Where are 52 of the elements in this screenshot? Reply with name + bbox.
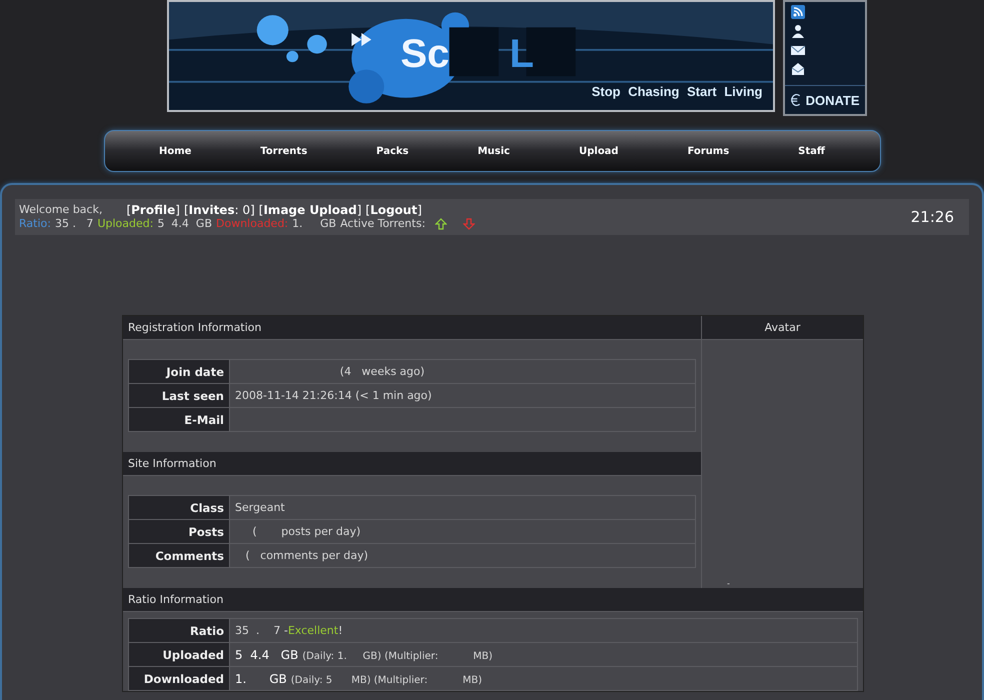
field-value: 35 . 7 -Excellent!	[230, 618, 858, 642]
stat-label: Uploaded:	[97, 217, 154, 231]
nav-link[interactable]: Upload	[578, 146, 618, 156]
avatar-text: -	[727, 579, 730, 588]
field-value: ( posts per day)	[230, 520, 696, 544]
nav-link[interactable]: Packs	[376, 146, 409, 156]
down-arrow-icon	[463, 218, 476, 230]
section-heading: Site Information	[123, 452, 701, 476]
field-value: 2008-11-14 21:26:14 (< 1 min ago)	[230, 384, 696, 408]
avatar-heading: Avatar	[702, 316, 863, 340]
field-label: E-Mail	[128, 408, 230, 432]
field-value: (4 weeks ago)	[230, 360, 696, 384]
stat-value: 35 . 7	[54, 217, 94, 231]
field-value: 5 4.4 GB (Daily: 1. GB) (Multiplier: MB)	[230, 642, 858, 666]
user-link[interactable]: [Logout]	[366, 203, 422, 217]
tagline: Stop Chasing Start Living	[592, 84, 762, 99]
user-link[interactable]: [Profile]	[126, 203, 180, 217]
nav-link[interactable]: Torrents	[260, 146, 308, 156]
user-link[interactable]: [Image Upload]	[258, 203, 362, 217]
rss-icon[interactable]	[790, 5, 804, 19]
stat-label: Active Torrents:	[340, 217, 426, 231]
field-value: Sergeant	[230, 496, 696, 520]
field-label: Last seen	[128, 384, 230, 408]
stat-label: Ratio:	[19, 217, 51, 231]
mail-icon[interactable]	[790, 43, 804, 57]
section-heading: Ratio Information	[123, 588, 863, 612]
field-label: Ratio	[128, 618, 230, 642]
nav-link[interactable]: Staff	[798, 146, 825, 156]
welcome-text: Welcome back,	[19, 203, 102, 217]
field-label: Downloaded	[128, 666, 230, 690]
field-label: Comments	[128, 544, 230, 568]
stat-label: Downloaded:	[216, 217, 288, 231]
stat-value: 5 4.4 GB	[157, 217, 212, 231]
nav-link[interactable]: Home	[158, 146, 192, 156]
logo-text: Sc	[400, 31, 450, 78]
nav-link[interactable]: Forums	[687, 146, 730, 156]
clock: 21:26	[910, 208, 954, 226]
field-value: 1. GB (Daily: 5 MB) (Multiplier: MB)	[230, 666, 858, 690]
donate-button[interactable]: DONATE	[784, 85, 864, 114]
up-arrow-icon	[435, 218, 448, 230]
field-label: Join date	[128, 360, 230, 384]
section-heading: Registration Information	[123, 316, 701, 340]
logo-text: L	[509, 31, 534, 78]
user-link[interactable]: [Invites: 0]	[184, 203, 255, 217]
user-icon[interactable]	[790, 24, 804, 38]
envelope-icon[interactable]	[790, 62, 804, 76]
field-label: Uploaded	[128, 642, 230, 666]
field-label: Posts	[128, 520, 230, 544]
field-label: Class	[128, 496, 230, 520]
field-value: ( comments per day)	[230, 544, 696, 568]
nav-link[interactable]: Music	[478, 146, 510, 156]
stat-value: 1. GB	[292, 217, 336, 231]
